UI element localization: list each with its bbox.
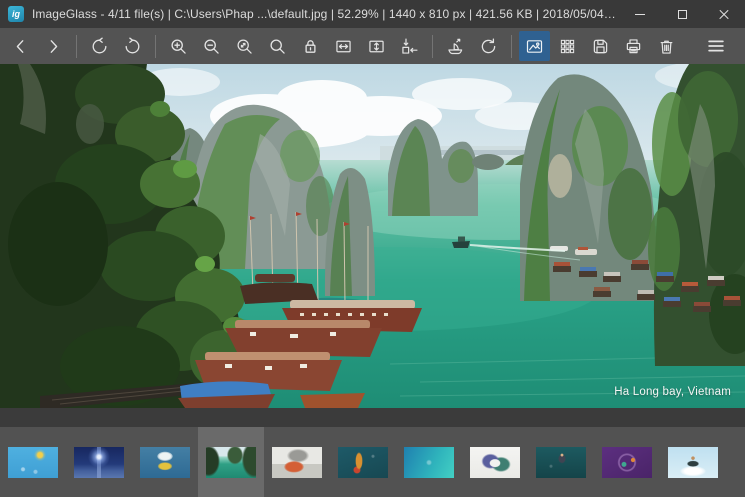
open-file-button[interactable] bbox=[440, 31, 471, 61]
actual-size-button[interactable] bbox=[262, 31, 293, 61]
refresh-icon bbox=[481, 37, 496, 53]
window-controls bbox=[619, 0, 745, 28]
thumbnail-1[interactable] bbox=[8, 446, 58, 478]
zoom-out-button[interactable] bbox=[196, 31, 227, 61]
hamburger-icon bbox=[707, 40, 724, 52]
toolbar-separator bbox=[511, 34, 512, 58]
printer-icon bbox=[626, 38, 641, 53]
thumbnail-10[interactable] bbox=[602, 446, 652, 478]
thumbnail-4-selected[interactable] bbox=[206, 446, 256, 478]
close-button[interactable] bbox=[703, 0, 745, 28]
refresh-button[interactable] bbox=[473, 31, 504, 61]
floppy-icon bbox=[593, 39, 608, 53]
lock-zoom-button[interactable] bbox=[295, 31, 326, 61]
thumbnail-2[interactable] bbox=[74, 446, 124, 478]
scale-to-height-button[interactable] bbox=[361, 31, 392, 61]
main-image bbox=[0, 64, 745, 408]
boat-icon bbox=[448, 38, 463, 54]
magnifier-arrows-icon bbox=[237, 38, 252, 54]
app-icon-text: ig bbox=[12, 9, 20, 19]
toolbar bbox=[0, 28, 745, 64]
toolbar-separator bbox=[76, 34, 77, 58]
next-image-button[interactable] bbox=[38, 31, 69, 61]
box-vertical-arrow-icon bbox=[369, 40, 384, 52]
shrink-to-box-icon bbox=[402, 37, 418, 54]
minimize-button[interactable] bbox=[619, 0, 661, 28]
title-bar[interactable]: ig ImageGlass - 4/11 file(s) | C:\Users\… bbox=[0, 0, 745, 28]
window-title: ImageGlass - 4/11 file(s) | C:\Users\Pha… bbox=[32, 7, 619, 21]
imageglass-logo-icon: ig bbox=[8, 6, 24, 22]
scale-to-fit-button[interactable] bbox=[229, 31, 260, 61]
magnifier-plus-icon bbox=[171, 38, 186, 54]
delete-button[interactable] bbox=[651, 31, 682, 61]
lock-icon bbox=[305, 39, 316, 53]
scale-to-width-button[interactable] bbox=[328, 31, 359, 61]
thumbnail-8[interactable] bbox=[470, 446, 520, 478]
maximize-icon bbox=[677, 9, 687, 19]
auto-resize-window-button[interactable] bbox=[394, 31, 425, 61]
close-icon bbox=[718, 8, 730, 20]
thumbnail-bar[interactable] bbox=[0, 427, 745, 497]
imageglass-window: ig ImageGlass - 4/11 file(s) | C:\Users\… bbox=[0, 0, 745, 497]
thumbnail-5[interactable] bbox=[272, 446, 322, 478]
image-caption: Ha Long bay, Vietnam bbox=[614, 386, 731, 398]
chevron-left-icon bbox=[16, 39, 24, 53]
thumbnail-3[interactable] bbox=[140, 446, 190, 478]
thumbnail-slot bbox=[66, 427, 132, 497]
maximize-button[interactable] bbox=[661, 0, 703, 28]
rotate-right-button[interactable] bbox=[117, 31, 148, 61]
checkerboard-toggle-button[interactable] bbox=[552, 31, 583, 61]
main-menu-button[interactable] bbox=[700, 31, 731, 61]
grid-icon bbox=[560, 39, 575, 53]
thumbnail-slot bbox=[528, 427, 594, 497]
print-button[interactable] bbox=[618, 31, 649, 61]
thumbnail-slot bbox=[660, 427, 726, 497]
thumbnail-slot bbox=[330, 427, 396, 497]
box-horizontal-arrow-icon bbox=[336, 40, 351, 52]
rotate-cw-icon bbox=[125, 37, 140, 53]
image-viewport[interactable]: Ha Long bay, Vietnam bbox=[0, 64, 745, 427]
thumbnail-11[interactable] bbox=[668, 446, 718, 478]
thumbnail-slot bbox=[594, 427, 660, 497]
thumbnail-6[interactable] bbox=[338, 446, 388, 478]
toolbar-separator bbox=[432, 34, 433, 58]
toolbar-separator bbox=[155, 34, 156, 58]
magnifier-icon bbox=[270, 38, 285, 54]
minimize-icon bbox=[635, 13, 645, 15]
trash-icon bbox=[660, 40, 673, 54]
thumbnail-slot bbox=[132, 427, 198, 497]
thumbnail-slot bbox=[396, 427, 462, 497]
thumbnail-7[interactable] bbox=[404, 446, 454, 478]
zoom-in-button[interactable] bbox=[163, 31, 194, 61]
thumbnail-9[interactable] bbox=[536, 446, 586, 478]
save-button[interactable] bbox=[585, 31, 616, 61]
thumbnail-bar-toggle-button[interactable] bbox=[519, 31, 550, 61]
thumbnail-slot bbox=[462, 427, 528, 497]
thumbnail-slot bbox=[0, 427, 66, 497]
rotate-left-button[interactable] bbox=[84, 31, 115, 61]
previous-image-button[interactable] bbox=[5, 31, 36, 61]
rotate-ccw-icon bbox=[92, 37, 107, 53]
thumbnail-slot bbox=[264, 427, 330, 497]
magnifier-minus-icon bbox=[204, 38, 219, 54]
picture-icon bbox=[526, 39, 543, 53]
thumbnail-slot-selected bbox=[198, 427, 264, 497]
chevron-right-icon bbox=[50, 39, 58, 53]
